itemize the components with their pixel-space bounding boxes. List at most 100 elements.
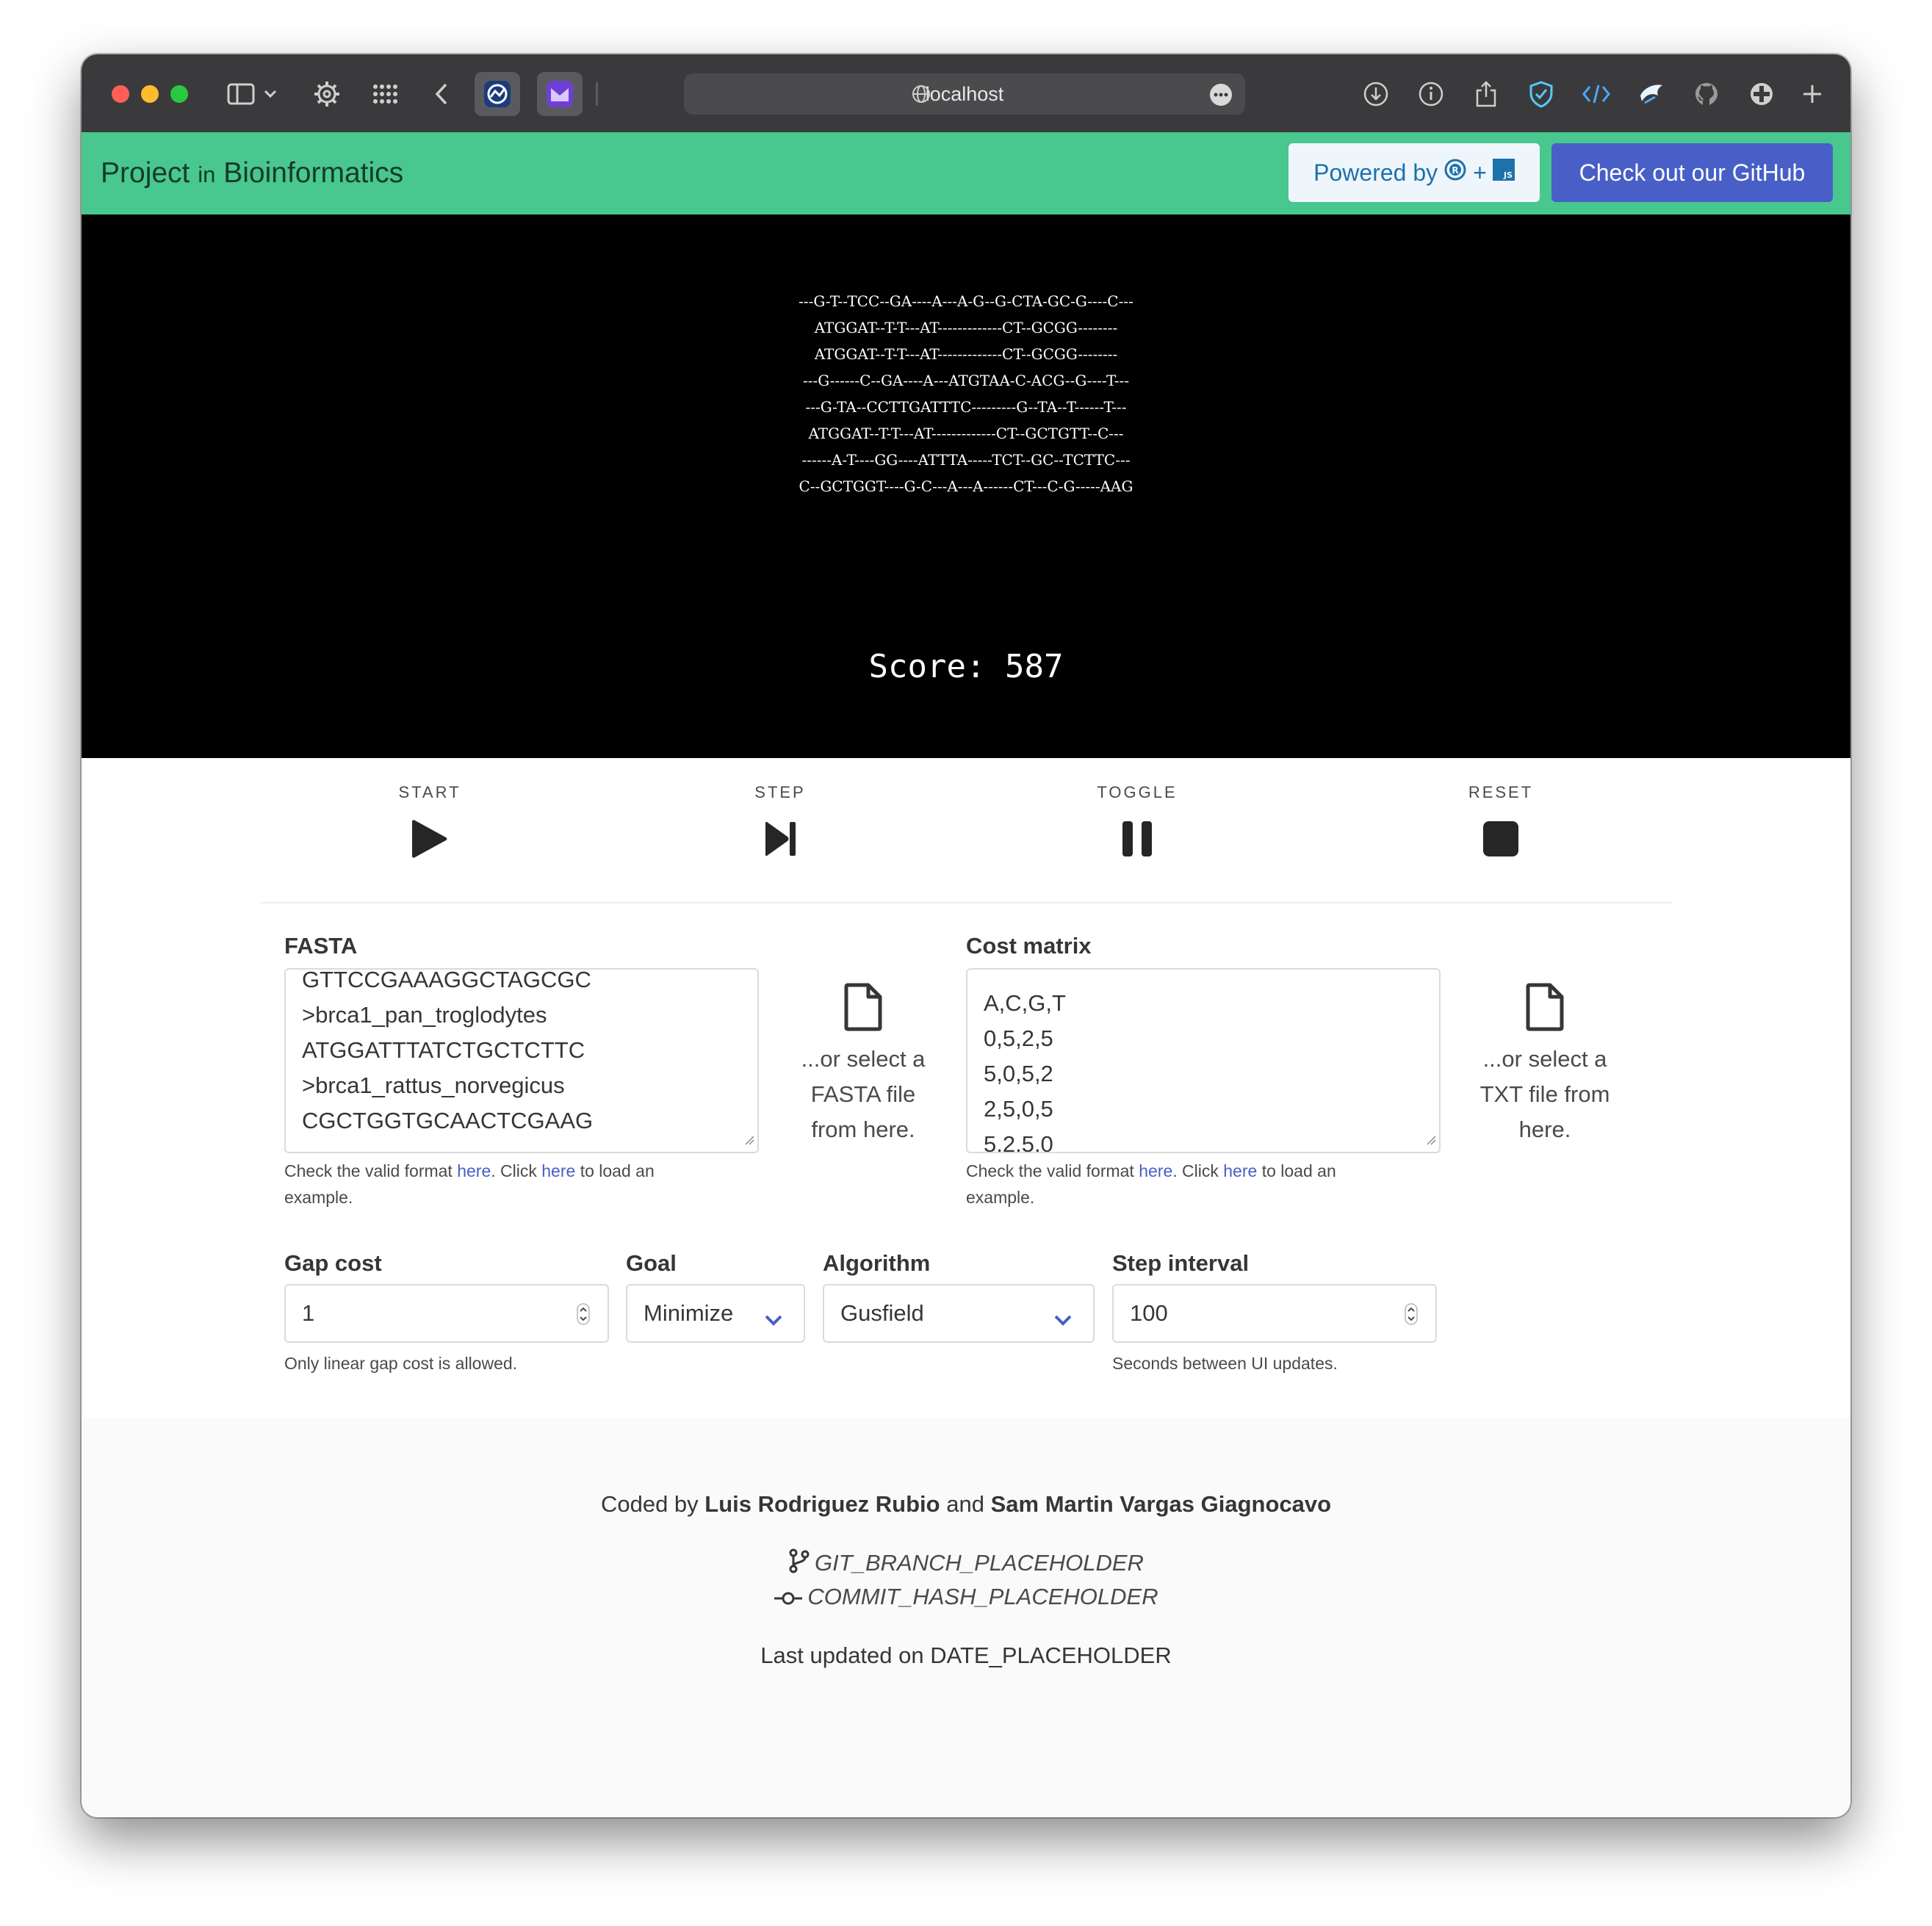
sidebar-toggle-icon[interactable] (223, 76, 259, 112)
gap-cost-input[interactable]: 1 (284, 1284, 609, 1343)
brand-rest: Bioinformatics (223, 157, 404, 189)
cost-format-link[interactable]: here (1139, 1161, 1172, 1180)
algorithm-value: Gusfield (840, 1300, 924, 1326)
fasta-example-link[interactable]: here (541, 1161, 575, 1180)
alignment-row: ------A-T----GG----ATTTA-----TCT--GC--TC… (801, 451, 1131, 469)
reset-button[interactable]: RESET (1427, 783, 1574, 861)
fasta-file-upload[interactable]: ...or select a FASTA file from here. (790, 983, 937, 1147)
start-button[interactable]: START (356, 783, 503, 861)
cost-file-text-3: here. (1518, 1117, 1571, 1142)
git-branch-icon (788, 1548, 810, 1579)
alignment-row: C--GCTGGT----G-C---A---A------CT---C-G--… (799, 477, 1133, 495)
step-interval-input[interactable]: 100 (1112, 1284, 1437, 1343)
alignment-row: ATGGAT--T-T---AT-------------CT--GCGG---… (814, 319, 1118, 336)
rust-icon: R (1443, 158, 1467, 187)
algorithm-label: Algorithm (823, 1250, 931, 1276)
github-button[interactable]: Check out our GitHub (1551, 143, 1833, 202)
alignment-row: ---G-T--TCC--GA----A---A-G--G-CTA-GC-G--… (799, 292, 1133, 310)
zoom-window-button[interactable] (170, 85, 188, 103)
resize-grip-icon[interactable] (1426, 1135, 1436, 1149)
cost-help-text: Check the valid format (966, 1161, 1139, 1180)
author-2: Sam Martin Vargas Giagnocavo (990, 1491, 1332, 1517)
fasta-help: Check the valid format here. Click here … (284, 1158, 754, 1211)
step-label: STEP (754, 783, 806, 801)
pause-icon (1064, 817, 1211, 861)
gear-icon[interactable] (309, 76, 345, 112)
gap-cost-help: Only linear gap cost is allowed. (284, 1354, 518, 1373)
score-display: Score: 587 (82, 648, 1850, 685)
shield-icon[interactable] (1524, 76, 1559, 112)
download-icon[interactable] (1358, 76, 1394, 112)
alignment-display: ---G-T--TCC--GA----A---A-G--G-CTA-GC-G--… (82, 288, 1850, 499)
footer-commit: COMMIT_HASH_PLACEHOLDER (82, 1584, 1850, 1612)
chevron-down-icon (1053, 1306, 1073, 1332)
file-icon (790, 983, 937, 1036)
goal-select[interactable]: Minimize (626, 1284, 805, 1343)
alignment-row: ---G------C--GA----A---ATGTAA-C-ACG--G--… (802, 372, 1130, 389)
grid-icon[interactable] (367, 76, 403, 112)
alignment-row: ---G-TA--CCTTGATTTC---------G--TA--T----… (805, 398, 1127, 416)
extension-circle-icon[interactable] (1744, 76, 1779, 112)
minimize-window-button[interactable] (141, 85, 159, 103)
fasta-line: >brca1_pan_troglodytes (302, 1002, 547, 1028)
powered-by-plus: + (1473, 159, 1487, 186)
toggle-button[interactable]: TOGGLE (1064, 783, 1211, 861)
resize-grip-icon[interactable] (744, 1135, 754, 1149)
browser-toolbar: localhost (82, 54, 1850, 132)
toggle-label: TOGGLE (1097, 783, 1178, 801)
cost-matrix-label: Cost matrix (966, 933, 1092, 959)
step-interval-label: Step interval (1112, 1250, 1250, 1276)
footer-branch: GIT_BRANCH_PLACEHOLDER (82, 1548, 1850, 1579)
code-icon[interactable] (1579, 76, 1614, 112)
svg-text:R: R (1452, 165, 1459, 176)
cost-help-text-post: to load an (1257, 1161, 1336, 1180)
brand-title[interactable]: Project in Bioinformatics (101, 157, 403, 190)
gap-cost-label: Gap cost (284, 1250, 382, 1276)
powered-by-button[interactable]: Powered by R + JS (1288, 143, 1540, 202)
extension-bird-icon[interactable] (1634, 76, 1669, 112)
fasta-line: GTTCCGAAAGGCTAGCGC (302, 968, 591, 992)
cost-matrix-line: 5,2,5,0 (984, 1131, 1053, 1153)
algorithm-select[interactable]: Gusfield (823, 1284, 1095, 1343)
address-bar[interactable]: localhost (684, 73, 1245, 115)
alignment-row: ATGGAT--T-T---AT-------------CT--GCTGTT-… (808, 425, 1124, 442)
cost-matrix-file-upload[interactable]: ...or select a TXT file from here. (1471, 983, 1618, 1147)
fasta-textarea[interactable]: GTTCCGAAAGGCTAGCGC >brca1_pan_troglodytes… (284, 968, 759, 1153)
footer-credits: Coded by Luis Rodriguez Rubio and Sam Ma… (82, 1491, 1850, 1518)
brand-main: Project (101, 157, 190, 189)
goal-label: Goal (626, 1250, 677, 1276)
share-icon[interactable] (1468, 76, 1504, 112)
fasta-line: CGCTGGTGCAACTCGAAG (302, 1108, 594, 1133)
git-commit-icon (774, 1585, 803, 1612)
cost-matrix-textarea[interactable]: A,C,G,T 0,5,2,5 5,0,5,2 2,5,0,5 5,2,5,0 (966, 968, 1441, 1153)
tab-app-icon[interactable] (475, 72, 520, 116)
more-options-icon[interactable] (1210, 84, 1232, 106)
chevron-down-icon (764, 1306, 783, 1332)
js-icon: JS (1492, 159, 1515, 187)
play-icon (356, 817, 503, 861)
info-icon[interactable] (1413, 76, 1449, 112)
fasta-file-text-1: ...or select a (801, 1046, 926, 1072)
footer: Coded by Luis Rodriguez Rubio and Sam Ma… (82, 1418, 1850, 1817)
fasta-label: FASTA (284, 933, 358, 959)
toolbar-separator (596, 82, 598, 106)
new-tab-icon[interactable] (1795, 76, 1830, 112)
chevron-down-icon[interactable] (262, 76, 279, 112)
github-extension-icon[interactable] (1689, 76, 1724, 112)
close-window-button[interactable] (112, 85, 129, 103)
cost-matrix-line: 0,5,2,5 (984, 1025, 1053, 1051)
stepper-icon[interactable] (1405, 1303, 1418, 1331)
score-value: 587 (1004, 648, 1064, 685)
cost-matrix-line: A,C,G,T (984, 990, 1066, 1016)
cost-matrix-help: Check the valid format here. Click here … (966, 1158, 1436, 1211)
git-commit-text: COMMIT_HASH_PLACEHOLDER (807, 1584, 1158, 1609)
stepper-icon[interactable] (577, 1303, 590, 1331)
step-button[interactable]: STEP (707, 783, 854, 861)
fasta-format-link[interactable]: here (457, 1161, 491, 1180)
step-forward-icon (707, 817, 854, 861)
cost-file-text-1: ...or select a (1482, 1046, 1607, 1072)
back-icon[interactable] (424, 76, 459, 112)
tab-mail-icon[interactable] (537, 72, 583, 116)
cost-example-link[interactable]: here (1223, 1161, 1257, 1180)
fasta-line: ATGGATTTATCTGCTCTTC (302, 1037, 585, 1063)
